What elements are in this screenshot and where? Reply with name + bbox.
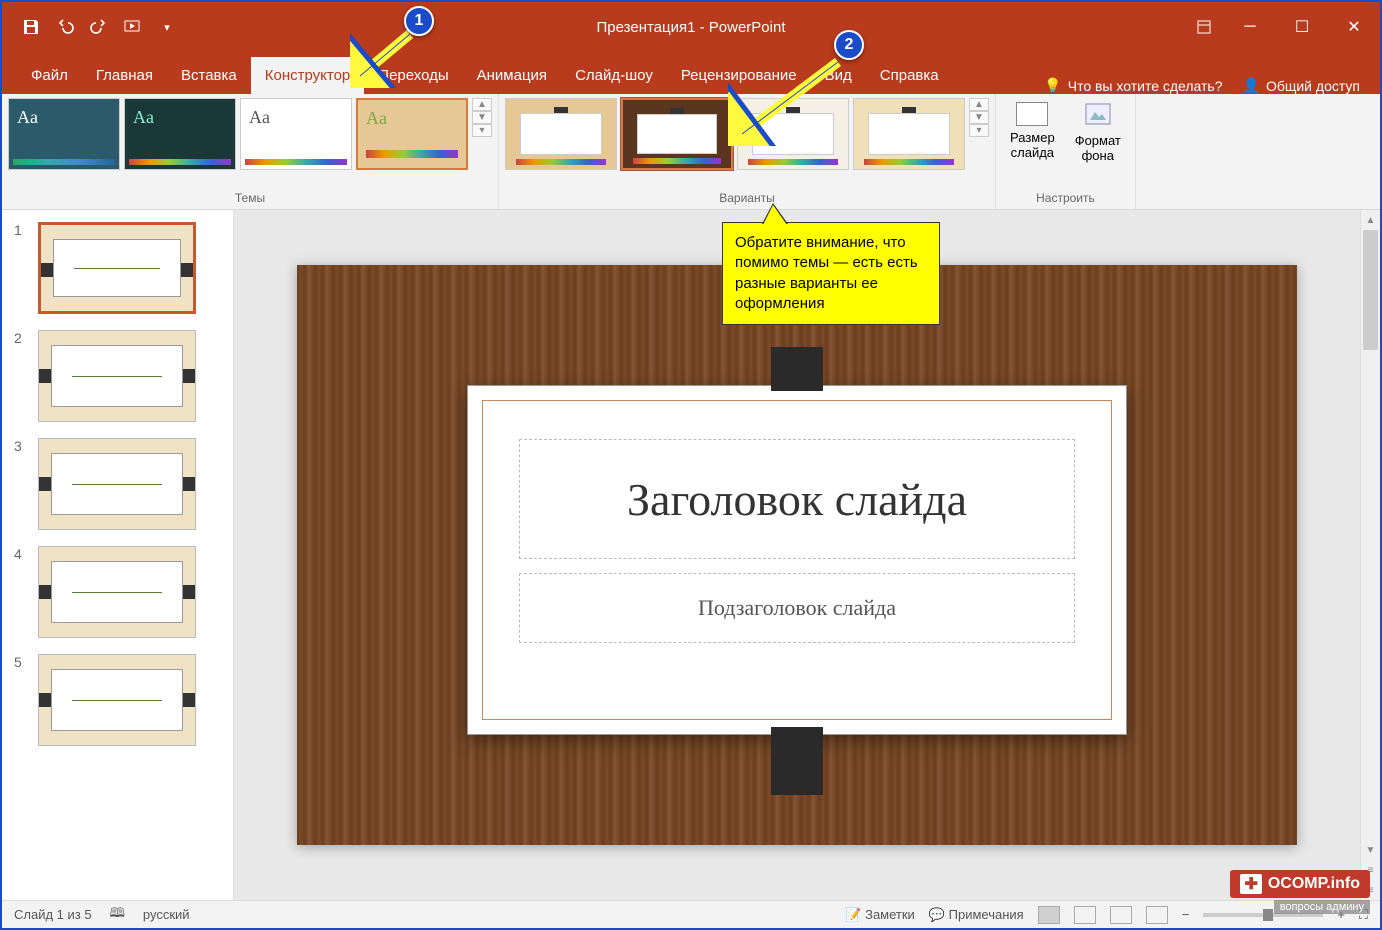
qat-more-icon[interactable]: ▾ bbox=[156, 16, 178, 38]
slide-thumbnail-item[interactable]: 2 bbox=[14, 330, 221, 422]
undo-icon[interactable] bbox=[54, 16, 76, 38]
tab-design[interactable]: Конструктор bbox=[251, 57, 365, 94]
tab-slideshow[interactable]: Слайд-шоу bbox=[561, 57, 667, 94]
gallery-down-icon[interactable]: ▼ bbox=[472, 111, 492, 124]
redo-icon[interactable] bbox=[88, 16, 110, 38]
quick-access-toolbar: ▾ bbox=[2, 16, 178, 38]
window-controls: ─ ☐ ✕ bbox=[1184, 2, 1380, 52]
gallery-up-icon[interactable]: ▲ bbox=[472, 98, 492, 111]
vertical-scrollbar[interactable]: ▲ ▼ ≡ ≡ bbox=[1360, 210, 1380, 900]
watermark-logo: ✚ OCOMP.info bbox=[1230, 870, 1370, 898]
themes-gallery-more[interactable]: ▲ ▼ ▾ bbox=[472, 98, 492, 137]
variant-thumbnail[interactable] bbox=[853, 98, 965, 170]
reading-view-icon[interactable] bbox=[1110, 906, 1132, 924]
annotation-marker-2: 2 bbox=[834, 30, 864, 60]
tell-me-search[interactable]: 💡 Что вы хотите сделать? bbox=[1044, 77, 1222, 94]
variant-thumbnail-selected[interactable] bbox=[621, 98, 733, 170]
gallery-expand-icon[interactable]: ▾ bbox=[969, 124, 989, 137]
maximize-button[interactable]: ☐ bbox=[1276, 2, 1328, 52]
slide-thumbnail-item[interactable]: 3 bbox=[14, 438, 221, 530]
normal-view-icon[interactable] bbox=[1038, 906, 1060, 924]
close-button[interactable]: ✕ bbox=[1328, 2, 1380, 52]
group-customize: Размер слайда Формат фона Настроить bbox=[996, 94, 1136, 209]
slide-thumbnail[interactable] bbox=[38, 654, 196, 746]
sorter-view-icon[interactable] bbox=[1074, 906, 1096, 924]
slide-size-button[interactable]: Размер слайда bbox=[1002, 98, 1063, 164]
gallery-down-icon[interactable]: ▼ bbox=[969, 111, 989, 124]
annotation-arrow-2 bbox=[728, 56, 848, 146]
variants-gallery-more[interactable]: ▲ ▼ ▾ bbox=[969, 98, 989, 137]
binder-clip-bottom bbox=[771, 727, 823, 795]
gallery-expand-icon[interactable]: ▾ bbox=[472, 124, 492, 137]
annotation-arrow-1 bbox=[350, 28, 420, 88]
ribbon-tabs: Файл Главная Вставка Конструктор Переход… bbox=[2, 52, 1380, 94]
theme-thumbnail[interactable]: Aa bbox=[124, 98, 236, 170]
ribbon-design: Aa Aa Aa Aa ▲ ▼ ▾ Темы ▲ ▼ ▾ Варианты bbox=[2, 94, 1380, 210]
slide-thumbnail-item[interactable]: 5 bbox=[14, 654, 221, 746]
gallery-up-icon[interactable]: ▲ bbox=[969, 98, 989, 111]
theme-thumbnail-selected[interactable]: Aa bbox=[356, 98, 468, 170]
language-indicator[interactable]: русский bbox=[143, 907, 190, 922]
slide-thumbnail-panel[interactable]: 1 2 3 4 5 bbox=[2, 210, 234, 900]
slide-thumbnail[interactable] bbox=[38, 222, 196, 314]
format-background-icon bbox=[1084, 102, 1112, 129]
start-from-beginning-icon[interactable] bbox=[122, 16, 144, 38]
ribbon-display-icon[interactable] bbox=[1184, 2, 1224, 52]
slide-thumbnail[interactable] bbox=[38, 546, 196, 638]
tab-home[interactable]: Главная bbox=[82, 57, 167, 94]
tab-help[interactable]: Справка bbox=[866, 57, 953, 94]
tab-file[interactable]: Файл bbox=[17, 57, 82, 94]
lightbulb-icon: 💡 bbox=[1044, 77, 1061, 94]
slide-canvas[interactable]: Заголовок слайда Подзаголовок слайда bbox=[297, 265, 1297, 845]
tab-animations[interactable]: Анимация bbox=[463, 57, 561, 94]
group-label-themes: Темы bbox=[8, 189, 492, 209]
scroll-up-icon[interactable]: ▲ bbox=[1361, 210, 1380, 230]
title-placeholder[interactable]: Заголовок слайда bbox=[519, 439, 1075, 559]
slide-thumbnail-item[interactable]: 1 bbox=[14, 222, 221, 314]
slide-thumbnail[interactable] bbox=[38, 330, 196, 422]
format-background-button[interactable]: Формат фона bbox=[1067, 98, 1129, 167]
binder-clip-top bbox=[771, 347, 823, 391]
group-label-variants: Варианты bbox=[505, 189, 989, 209]
annotation-marker-1: 1 bbox=[404, 6, 434, 36]
slide-thumbnail-item[interactable]: 4 bbox=[14, 546, 221, 638]
scroll-down-icon[interactable]: ▼ bbox=[1361, 840, 1380, 860]
window-title: Презентация1 - PowerPoint bbox=[597, 19, 786, 36]
spellcheck-icon[interactable]: 🕮 bbox=[110, 904, 125, 926]
slide-thumbnail[interactable] bbox=[38, 438, 196, 530]
comments-button[interactable]: 💬 Примечания bbox=[929, 907, 1024, 923]
subtitle-placeholder[interactable]: Подзаголовок слайда bbox=[519, 573, 1075, 643]
status-bar: Слайд 1 из 5 🕮 русский 📝 Заметки 💬 Приме… bbox=[2, 900, 1380, 928]
annotation-callout: Обратите внимание, что помимо темы — ест… bbox=[722, 222, 940, 325]
theme-thumbnail[interactable]: Aa bbox=[8, 98, 120, 170]
save-icon[interactable] bbox=[20, 16, 42, 38]
share-button[interactable]: 👤 Общий доступ bbox=[1243, 77, 1361, 94]
main-area: 1 2 3 4 5 Заголовок слайда Подзаголовок … bbox=[2, 210, 1380, 900]
zoom-out-icon[interactable]: − bbox=[1182, 907, 1190, 922]
plus-icon: ✚ bbox=[1240, 874, 1261, 894]
scroll-thumb[interactable] bbox=[1363, 230, 1378, 350]
slide-counter[interactable]: Слайд 1 из 5 bbox=[14, 907, 92, 922]
variant-thumbnail[interactable] bbox=[505, 98, 617, 170]
group-themes: Aa Aa Aa Aa ▲ ▼ ▾ Темы bbox=[2, 94, 499, 209]
share-icon: 👤 bbox=[1243, 77, 1260, 94]
minimize-button[interactable]: ─ bbox=[1224, 2, 1276, 52]
slide-size-icon bbox=[1016, 102, 1048, 126]
theme-thumbnail[interactable]: Aa bbox=[240, 98, 352, 170]
notes-button[interactable]: 📝 Заметки bbox=[845, 907, 915, 923]
slide-card: Заголовок слайда Подзаголовок слайда bbox=[467, 385, 1127, 735]
tab-insert[interactable]: Вставка bbox=[167, 57, 251, 94]
slideshow-view-icon[interactable] bbox=[1146, 906, 1168, 924]
group-label-customize: Настроить bbox=[1002, 189, 1129, 209]
watermark-sub: вопросы админу bbox=[1274, 900, 1370, 914]
title-bar: ▾ Презентация1 - PowerPoint ─ ☐ ✕ bbox=[2, 2, 1380, 52]
